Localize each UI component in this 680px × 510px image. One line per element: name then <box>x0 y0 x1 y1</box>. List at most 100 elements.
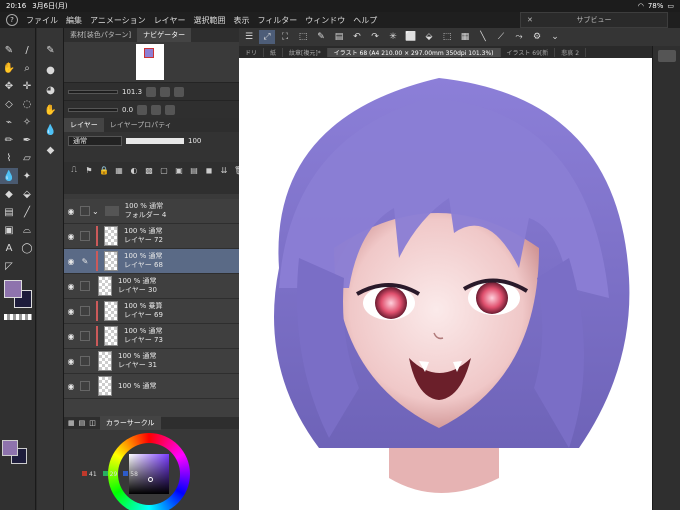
menu-selection[interactable]: 選択範囲 <box>193 15 225 26</box>
tab-layer-property[interactable]: レイヤープロパティ <box>104 118 178 132</box>
tab-color-circle[interactable]: カラーサークル <box>99 416 161 430</box>
menu-layer[interactable]: レイヤー <box>154 15 186 26</box>
merge-icon[interactable]: ⇊ <box>218 164 230 176</box>
new-raster-icon[interactable]: ▢ <box>158 164 170 176</box>
menu-window[interactable]: ウィンドウ <box>305 15 345 26</box>
sub-tool-blend-icon[interactable]: ✋ <box>37 100 64 120</box>
ruler-snap-icon[interactable]: ╲ <box>475 30 491 44</box>
doc-tab-1[interactable]: ドリ <box>239 47 265 57</box>
menu-file[interactable]: ファイル <box>26 15 58 26</box>
edit-icon[interactable]: ✎ <box>313 30 329 44</box>
color-slider-icon[interactable]: ◫ <box>89 419 96 427</box>
navigator-preview[interactable] <box>64 42 239 82</box>
menu-filter[interactable]: フィルター <box>257 15 297 26</box>
stroke-icon[interactable]: ⟋ <box>493 30 509 44</box>
lasso-icon[interactable]: ◌ <box>18 96 36 112</box>
color-history-icon[interactable]: ▦ <box>68 419 75 427</box>
zoom-icon[interactable]: ⌕ <box>18 60 36 76</box>
folder-expand-icon[interactable]: ⌄ <box>92 207 99 216</box>
menu-animation[interactable]: アニメーション <box>90 15 146 26</box>
decoration-icon[interactable]: ✦ <box>18 168 36 184</box>
layer-lock-checkbox[interactable] <box>80 231 90 241</box>
layer-row[interactable]: ◉ 100 % 通常 レイヤー 73 <box>64 324 239 349</box>
eye-icon[interactable]: ◉ <box>64 357 78 366</box>
close-icon[interactable]: ✕ <box>527 16 533 24</box>
balloon-icon[interactable]: ◯ <box>18 240 36 256</box>
fit-icon[interactable] <box>174 86 185 97</box>
redo-icon[interactable]: ↷ <box>367 30 383 44</box>
sub-tool-soft-icon[interactable]: ◕ <box>37 80 64 100</box>
layer-row[interactable]: ◉ 100 % 通常 レイヤー 31 <box>64 349 239 374</box>
drawing-canvas[interactable] <box>239 58 652 510</box>
pen-icon[interactable]: / <box>18 42 36 58</box>
clip-icon[interactable]: ⎍ <box>68 164 80 176</box>
ref-icon[interactable]: ⚑ <box>83 164 95 176</box>
figure-icon[interactable]: ╱ <box>18 204 36 220</box>
settings-icon[interactable]: ⚙ <box>529 30 545 44</box>
menu-edit[interactable]: 編集 <box>66 15 82 26</box>
doc-tab-3[interactable]: 紋章[複元]* <box>283 47 328 57</box>
layer-lock-checkbox[interactable] <box>80 356 90 366</box>
layer-row[interactable]: ◉ 100 % 通常 レイヤー 30 <box>64 274 239 299</box>
layer-lock-checkbox[interactable] <box>80 306 90 316</box>
clear-icon[interactable]: ✳ <box>385 30 401 44</box>
layer-row[interactable]: ◉ 100 % 通常 <box>64 374 239 399</box>
save-icon[interactable]: ▤ <box>331 30 347 44</box>
eyedropper-icon[interactable]: ⌁ <box>0 114 18 130</box>
clear-selection-icon[interactable]: ⬜ <box>403 30 419 44</box>
layer-lock-checkbox[interactable] <box>80 331 90 341</box>
eye-icon[interactable]: ◉ <box>64 382 78 391</box>
zoom-out-icon[interactable] <box>146 86 157 97</box>
fill-command-icon[interactable]: ⬙ <box>421 30 437 44</box>
tab-navigator[interactable]: ナビゲーター <box>137 28 192 42</box>
menu-view[interactable]: 表示 <box>233 15 249 26</box>
doc-tab-6[interactable]: 悲哀 2 <box>555 47 587 57</box>
zoom-in-icon[interactable] <box>160 86 171 97</box>
new-vector-icon[interactable]: ▣ <box>173 164 185 176</box>
sub-tool-watercolor-icon[interactable]: 💧 <box>37 120 64 140</box>
doc-tab-active[interactable]: イラスト 68 (A4 210.00 × 297.00mm 350dpi 101… <box>327 47 501 57</box>
move-layer-icon[interactable]: ✛ <box>18 78 36 94</box>
lock-icon[interactable]: 🔒 <box>98 164 110 176</box>
color-set-icon[interactable]: ▤ <box>79 419 86 427</box>
eye-icon[interactable]: ◉ <box>64 232 78 241</box>
eye-icon[interactable]: ◉ <box>64 257 78 266</box>
eye-icon[interactable]: ◉ <box>64 207 78 216</box>
subview-header[interactable]: ✕ サブビュー <box>520 12 668 28</box>
curve-icon[interactable]: ⤳ <box>511 30 527 44</box>
lock-alpha-icon[interactable]: ▦ <box>113 164 125 176</box>
layer-row[interactable]: ◉ 100 % 乗算 レイヤー 69 <box>64 299 239 324</box>
fill-icon[interactable]: ◆ <box>0 186 18 202</box>
eye-icon[interactable]: ◉ <box>64 307 78 316</box>
flip-icon[interactable] <box>165 104 176 115</box>
grid-icon[interactable]: ▦ <box>457 30 473 44</box>
correction-icon[interactable]: ◸ <box>0 258 18 274</box>
sub-tool-fill-icon[interactable]: ◆ <box>37 140 64 160</box>
zoom-slider[interactable] <box>68 89 118 94</box>
main-color-swatch[interactable] <box>4 280 22 298</box>
ruler-icon[interactable]: ⌓ <box>18 222 36 238</box>
rotate-left-icon[interactable] <box>137 104 148 115</box>
menu-icon[interactable]: ☰ <box>241 30 257 44</box>
doc-tab-2[interactable]: 紙 <box>264 47 284 57</box>
palette-icon[interactable]: ▩ <box>143 164 155 176</box>
tab-layer[interactable]: レイヤー <box>64 118 104 132</box>
select-icon[interactable]: ◇ <box>0 96 18 112</box>
fill-bucket-icon[interactable]: ⬙ <box>18 186 36 202</box>
snap-icon[interactable]: ⤢ <box>259 30 275 44</box>
blend-mode-select[interactable]: 通常 <box>68 136 122 146</box>
new-folder-icon[interactable]: ▤ <box>188 164 200 176</box>
layer-lock-checkbox[interactable] <box>80 381 90 391</box>
auto-select-icon[interactable]: ✧ <box>18 114 36 130</box>
tab-material[interactable]: 素材[装色パターン] <box>64 28 137 42</box>
hand-icon[interactable]: ✋ <box>0 60 18 76</box>
menu-help[interactable]: ヘルプ <box>353 15 377 26</box>
marker-icon[interactable]: ✒ <box>18 132 36 148</box>
layer-row[interactable]: ◉ 100 % 通常 レイヤー 72 <box>64 224 239 249</box>
eraser-icon[interactable]: ▱ <box>18 150 36 166</box>
panel-toggle-icon[interactable] <box>657 50 676 62</box>
undo-icon[interactable]: ↶ <box>349 30 365 44</box>
transform-icon[interactable]: ⬚ <box>295 30 311 44</box>
rotate-right-icon[interactable] <box>151 104 162 115</box>
text-icon[interactable]: A <box>0 240 18 256</box>
